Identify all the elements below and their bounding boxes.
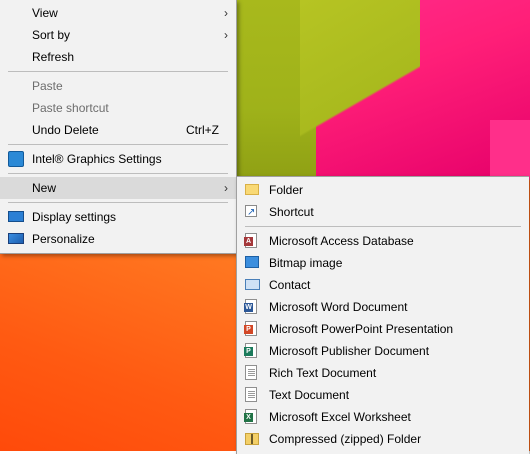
submenu-item-compressed-folder[interactable]: Compressed (zipped) Folder [237,428,529,450]
menu-item-label: Microsoft Publisher Document [269,344,430,358]
text-icon [245,387,257,402]
menu-separator [8,202,228,203]
menu-item-paste-shortcut: Paste shortcut [0,97,236,119]
submenu-item-contact[interactable]: Contact [237,274,529,296]
contact-icon [245,279,260,290]
menu-item-label: Microsoft Access Database [269,234,414,248]
menu-item-refresh[interactable]: Refresh [0,46,236,68]
wallpaper-shape [300,0,420,200]
submenu-item-text-document[interactable]: Text Document [237,384,529,406]
intel-graphics-icon [8,151,24,167]
powerpoint-icon: P [244,321,257,336]
menu-item-label: Sort by [32,28,71,42]
display-icon [8,211,24,222]
chevron-right-icon: › [224,181,228,195]
menu-item-label: View [32,6,58,20]
menu-item-label: Paste [32,79,63,93]
wallpaper-shape [490,120,530,180]
menu-item-label: Contact [269,278,311,292]
new-submenu: Folder Shortcut A Microsoft Access Datab… [236,176,529,454]
menu-item-label: Undo Delete [32,123,99,137]
menu-item-display-settings[interactable]: Display settings [0,206,236,228]
submenu-item-publisher-document[interactable]: P Microsoft Publisher Document [237,340,529,362]
chevron-right-icon: › [224,28,228,42]
menu-item-label: Microsoft Excel Worksheet [269,410,411,424]
submenu-item-rich-text-document[interactable]: Rich Text Document [237,362,529,384]
word-icon: W [244,299,257,314]
publisher-icon: P [244,343,257,358]
submenu-item-powerpoint-presentation[interactable]: P Microsoft PowerPoint Presentation [237,318,529,340]
chevron-right-icon: › [224,6,228,20]
menu-item-label: Refresh [32,50,75,64]
folder-icon [245,184,259,195]
desktop-context-menu: View › Sort by › Refresh Paste Paste sho… [0,0,237,254]
menu-item-label: Text Document [269,388,350,402]
menu-item-view[interactable]: View › [0,2,236,24]
menu-item-sort-by[interactable]: Sort by › [0,24,236,46]
menu-separator [8,144,228,145]
personalize-icon [8,233,24,244]
menu-item-label: Intel® Graphics Settings [32,152,162,166]
menu-item-label: Shortcut [269,205,314,219]
keyboard-shortcut: Ctrl+Z [186,123,219,137]
menu-item-label: Compressed (zipped) Folder [269,432,422,446]
submenu-item-bitmap-image[interactable]: Bitmap image [237,252,529,274]
menu-item-intel-graphics-settings[interactable]: Intel® Graphics Settings [0,148,236,170]
bitmap-icon [245,256,259,268]
menu-item-label: Rich Text Document [269,366,377,380]
menu-item-undo-delete[interactable]: Undo Delete Ctrl+Z [0,119,236,141]
menu-item-label: Bitmap image [269,256,343,270]
menu-item-label: New [32,181,57,195]
excel-icon: X [244,409,257,424]
submenu-item-access-database[interactable]: A Microsoft Access Database [237,230,529,252]
submenu-item-excel-worksheet[interactable]: X Microsoft Excel Worksheet [237,406,529,428]
menu-separator [8,71,228,72]
menu-item-label: Folder [269,183,304,197]
zip-folder-icon [245,433,259,445]
shortcut-icon [245,202,257,224]
menu-item-label: Microsoft Word Document [269,300,408,314]
menu-separator [8,173,228,174]
menu-item-label: Personalize [32,232,95,246]
wallpaper-shape [0,250,240,451]
menu-item-label: Paste shortcut [32,101,109,115]
menu-item-label: Microsoft PowerPoint Presentation [269,322,454,336]
rtf-icon [245,365,257,380]
menu-item-label: Display settings [32,210,117,224]
menu-item-new[interactable]: New › [0,177,236,199]
submenu-item-shortcut[interactable]: Shortcut [237,201,529,224]
menu-separator [245,226,521,227]
menu-item-personalize[interactable]: Personalize [0,228,236,250]
submenu-item-word-document[interactable]: W Microsoft Word Document [237,296,529,318]
submenu-item-folder[interactable]: Folder [237,179,529,201]
menu-item-paste: Paste [0,75,236,97]
access-icon: A [244,233,257,248]
